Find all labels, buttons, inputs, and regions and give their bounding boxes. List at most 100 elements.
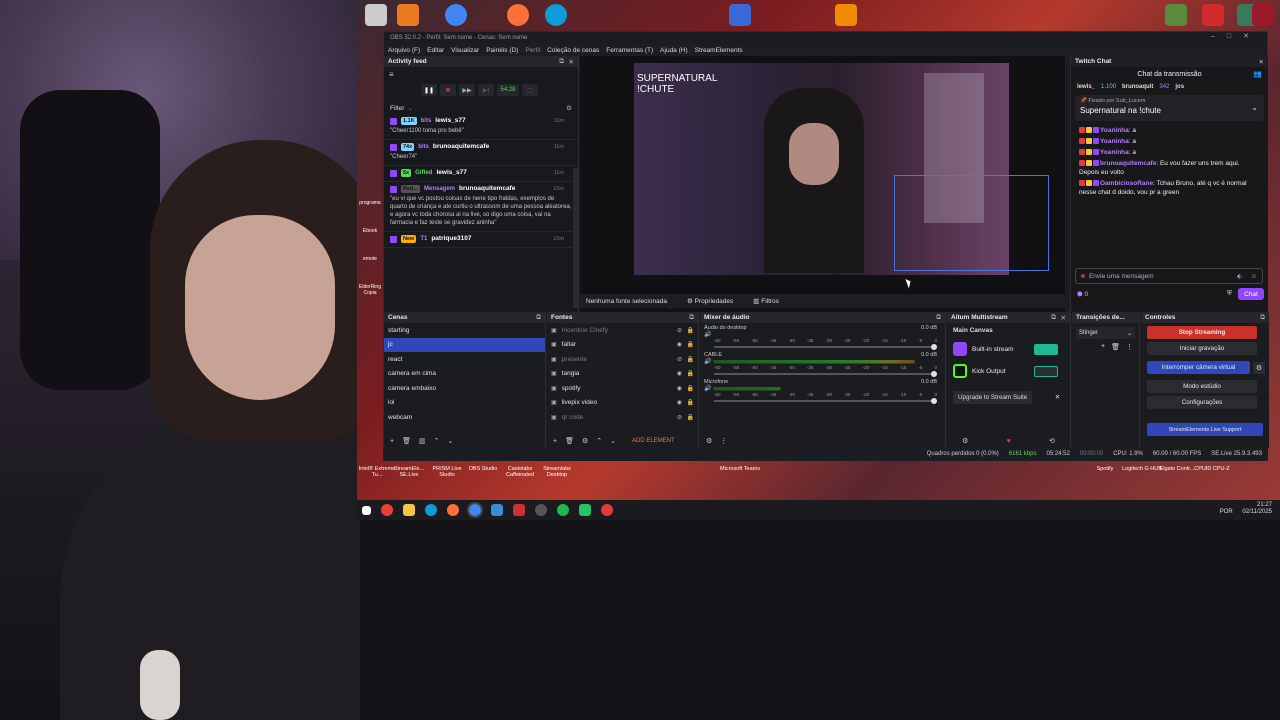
- heart-icon[interactable]: ♥: [1007, 438, 1011, 445]
- spotify-icon[interactable]: [557, 504, 569, 516]
- desktop-icon-edge[interactable]: [545, 4, 567, 26]
- obs-icon[interactable]: [535, 504, 547, 516]
- selection-box[interactable]: [894, 175, 1049, 271]
- close-icon[interactable]: ✕: [569, 58, 574, 66]
- speaker-icon[interactable]: 🔊: [704, 385, 711, 392]
- chevron-down-icon[interactable]: ⌄: [447, 437, 453, 445]
- lock-icon[interactable]: 🔒: [687, 370, 694, 377]
- chat-username[interactable]: brunoaquitemcafe: [1100, 160, 1156, 167]
- clock-date[interactable]: 02/11/2025: [1242, 509, 1272, 515]
- lock-icon[interactable]: 🔒: [687, 414, 694, 421]
- emote-icon[interactable]: ☺: [1250, 273, 1257, 280]
- float-icon[interactable]: ⧉: [536, 314, 541, 322]
- desktop-icon-recycle[interactable]: [365, 4, 387, 26]
- close-icon[interactable]: ✕: [1061, 314, 1066, 322]
- chrome-icon[interactable]: [467, 502, 483, 518]
- stop-virtual-camera-button[interactable]: Interromper câmera virtual: [1147, 361, 1250, 374]
- close-icon[interactable]: ✕: [1055, 394, 1060, 401]
- menu-edit[interactable]: Editar: [427, 47, 444, 54]
- gear-icon[interactable]: ⚙: [582, 437, 588, 445]
- preview-area[interactable]: SUPERNATURAL !CHUTE – 40% + Dimensionar …: [580, 56, 1065, 312]
- chat-message[interactable]: brunoaquitemcafe: Eu vou fazer uns trem …: [1071, 158, 1268, 178]
- system-tray[interactable]: POR 21:27 02/11/2025: [1220, 502, 1272, 516]
- desktop-icon-app[interactable]: [397, 4, 419, 26]
- desktop-icon-label[interactable]: programa: [357, 200, 383, 228]
- more-icon[interactable]: ⋮: [720, 437, 727, 445]
- output-toggle[interactable]: [1034, 343, 1058, 355]
- taskbar-app-icon[interactable]: [381, 504, 393, 516]
- desktop-icon-label[interactable]: CPUID CPU-Z: [1192, 466, 1232, 472]
- desktop-icon-check[interactable]: [1252, 4, 1274, 26]
- speaker-icon[interactable]: 🔊: [704, 331, 711, 338]
- gear-icon[interactable]: ⚙: [962, 437, 968, 445]
- eye-closed-icon[interactable]: ⊘: [677, 327, 682, 334]
- chat-input[interactable]: ■ Envie uma mensagem ⬖ ☺: [1075, 268, 1263, 284]
- feed-user[interactable]: brunoaquitemcafe: [433, 143, 489, 151]
- source-item[interactable]: ▣ faltar ◉ 🔒: [547, 338, 698, 353]
- menu-tools[interactable]: Ferramentas (T): [606, 47, 653, 54]
- scene-item[interactable]: starting: [384, 323, 545, 338]
- upgrade-button[interactable]: Upgrade to Stream Suite: [953, 390, 1033, 404]
- scene-item[interactable]: lol: [384, 396, 545, 411]
- chevron-down-icon[interactable]: ⌄: [610, 437, 616, 445]
- window-controls[interactable]: –□✕: [1211, 32, 1261, 40]
- desktop-icon-game[interactable]: [1165, 4, 1187, 26]
- settings-button[interactable]: Configurações: [1147, 396, 1257, 409]
- stop-streaming-button[interactable]: Stop Streaming: [1147, 326, 1257, 339]
- chevron-down-icon[interactable]: ⌄: [1251, 103, 1258, 112]
- properties-button[interactable]: ⚙ Propriedades: [687, 297, 733, 305]
- desktop-icon-label[interactable]: PRISM Live Studio: [427, 466, 467, 478]
- se-live-support-button[interactable]: StreamElements Live Support: [1147, 423, 1263, 436]
- app-icon[interactable]: [579, 504, 591, 516]
- source-item[interactable]: ▣ tangia ◉ 🔒: [547, 367, 698, 382]
- desktop-icon-label[interactable]: Elgato Contr...: [1157, 466, 1197, 472]
- studio-mode-button[interactable]: Modo estúdio: [1147, 380, 1257, 393]
- close-icon[interactable]: ✕: [1259, 58, 1264, 66]
- speaker-icon[interactable]: 🔊: [704, 358, 711, 365]
- scene-canvas[interactable]: SUPERNATURAL !CHUTE: [634, 63, 1049, 275]
- desktop-icon-vlc[interactable]: [835, 4, 857, 26]
- float-icon[interactable]: ⧉: [936, 314, 941, 322]
- timer-badge[interactable]: 54:28: [497, 84, 519, 96]
- shield-icon[interactable]: ⛨: [1227, 290, 1232, 298]
- chat-message[interactable]: OambiciosoRane: Tchau Bruno, até q vc é …: [1071, 178, 1268, 198]
- gear-icon[interactable]: ⚙: [1253, 361, 1265, 374]
- add-icon[interactable]: +: [390, 438, 394, 445]
- refresh-icon[interactable]: ⟲: [1049, 437, 1055, 445]
- desktop-icon-label[interactable]: Spotify: [1085, 466, 1125, 472]
- filters-button[interactable]: ▥ Filtros: [753, 297, 779, 305]
- feed-user[interactable]: lewis_s77: [435, 117, 465, 125]
- chevron-up-icon[interactable]: ⌃: [596, 437, 602, 445]
- trash-icon[interactable]: 🗑: [1111, 343, 1120, 351]
- desktop-icon-shield[interactable]: [729, 4, 751, 26]
- source-item[interactable]: ▣ livepix video ◉ 🔒: [547, 396, 698, 411]
- eye-icon[interactable]: ◉: [677, 341, 682, 348]
- transition-select[interactable]: Stinger ⌄: [1076, 327, 1135, 339]
- bits-icon[interactable]: ⬖: [1237, 272, 1242, 280]
- volume-slider[interactable]: [714, 398, 937, 404]
- volume-knob[interactable]: [931, 398, 937, 404]
- scene-item[interactable]: camera embaixo: [384, 381, 545, 396]
- feed-scrollbar[interactable]: [573, 168, 578, 308]
- add-icon[interactable]: +: [1101, 343, 1105, 351]
- add-element-button[interactable]: ADD ELEMENT: [632, 438, 675, 444]
- desktop-icon-chrome[interactable]: [445, 4, 467, 26]
- filter-label[interactable]: Filter: [390, 105, 404, 112]
- chat-message[interactable]: Yoaninha: a: [1071, 136, 1268, 147]
- more-icon[interactable]: ⋮: [1126, 343, 1133, 351]
- cheerer-name[interactable]: lewis_: [1077, 84, 1095, 90]
- gear-icon[interactable]: ⚙: [706, 437, 712, 445]
- start-icon[interactable]: [362, 505, 371, 515]
- desktop-icon-label[interactable]: Streamlabs Desktop: [537, 466, 577, 478]
- pinned-message[interactable]: 📌 Fixado por Sub_Lucem Supernatural na !…: [1075, 95, 1264, 121]
- feed-user[interactable]: patrique3107: [431, 235, 471, 243]
- menu-scene-collection[interactable]: Coleção de cenas: [547, 47, 599, 54]
- chat-message[interactable]: Yoaninha: a: [1071, 147, 1268, 158]
- chat-username[interactable]: Yoaninha: [1100, 138, 1129, 145]
- scene-item[interactable]: camera em cima: [384, 367, 545, 382]
- menu-view[interactable]: Visualizar: [451, 47, 479, 54]
- clock-time[interactable]: 21:27: [1257, 502, 1272, 508]
- cheerer-name[interactable]: brunoaquit: [1122, 84, 1153, 90]
- skip-icon[interactable]: ▶▶: [459, 84, 475, 96]
- desktop-icon-label[interactable]: ElderRing Copia: [357, 284, 383, 312]
